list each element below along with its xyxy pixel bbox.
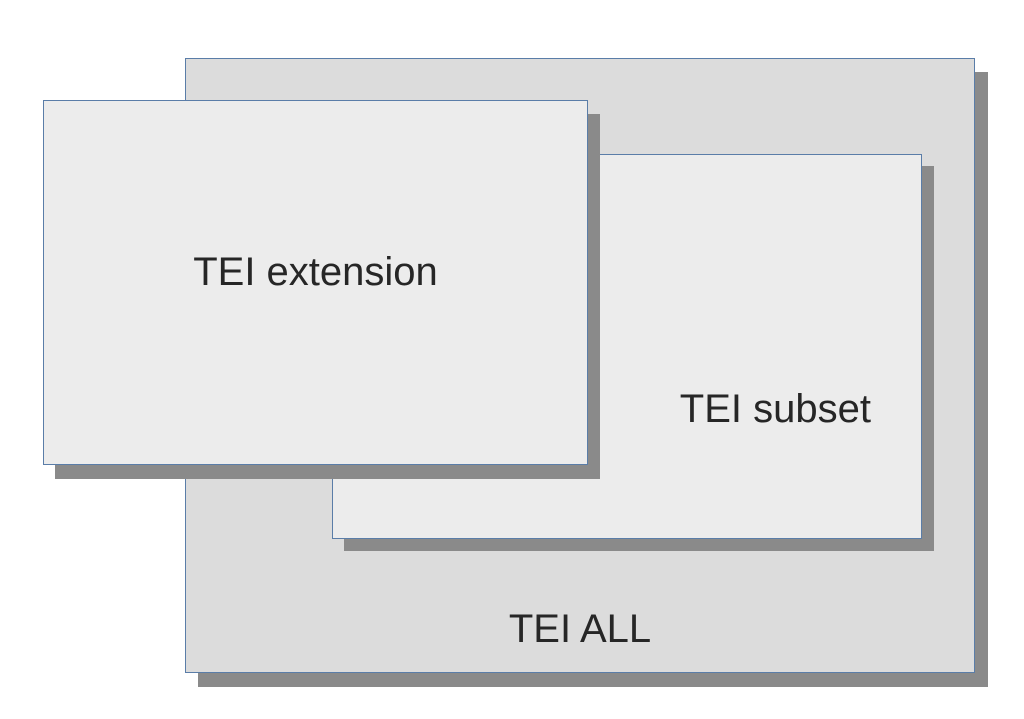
tei-subset-label: TEI subset: [680, 387, 871, 432]
tei-venn-diagram: TEI ALL TEI subset TEI extension: [0, 0, 1024, 719]
tei-extension-box: TEI extension: [43, 100, 588, 465]
tei-extension-label: TEI extension: [193, 250, 438, 295]
tei-all-label: TEI ALL: [509, 607, 651, 652]
